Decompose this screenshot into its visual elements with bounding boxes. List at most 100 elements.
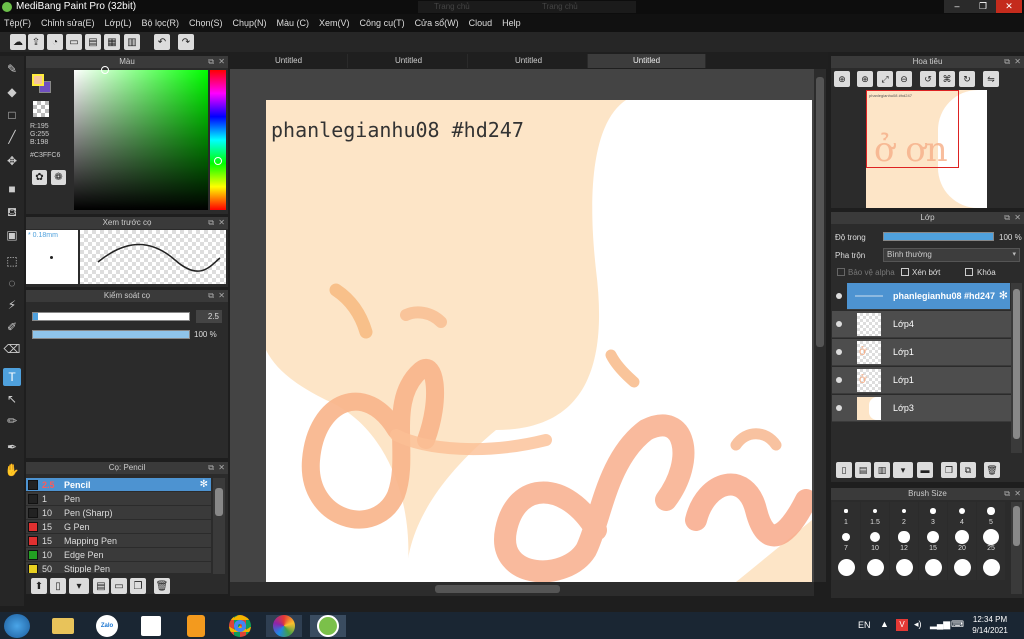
- drawing-canvas[interactable]: phanlegianhu08 #hd247: [266, 100, 812, 582]
- visibility-eye-icon[interactable]: [836, 405, 842, 411]
- select-pen-tool-icon[interactable]: ✐: [3, 318, 21, 336]
- start-button[interactable]: [4, 614, 30, 638]
- layer-row[interactable]: ở Lớp1: [832, 339, 1012, 366]
- sv-picker-cursor[interactable]: [101, 66, 109, 74]
- orange-app-icon[interactable]: [178, 615, 214, 637]
- brush-tool-icon[interactable]: ✎: [3, 60, 21, 78]
- alpha-protect-checkbox[interactable]: [837, 268, 845, 276]
- brush-size-cell[interactable]: 20: [948, 528, 976, 554]
- brush-size-cell[interactable]: [890, 554, 918, 580]
- menu-filter[interactable]: Bộ lọc(R): [141, 18, 179, 28]
- new-8bit-layer-icon[interactable]: ▥: [874, 462, 890, 478]
- gear-icon[interactable]: ✻: [999, 289, 1008, 302]
- grid-icon[interactable]: ▦: [104, 34, 120, 50]
- paint-app-icon[interactable]: [266, 615, 302, 637]
- layer-row-selected[interactable]: phanlegianhu08 #hd247 ✻: [836, 283, 1010, 310]
- horizontal-scrollbar[interactable]: [230, 582, 814, 596]
- scrollbar-thumb[interactable]: [435, 585, 560, 593]
- hue-slider[interactable]: [210, 70, 226, 210]
- popout-icon[interactable]: ⧉: [208, 217, 214, 229]
- layer-row[interactable]: Lớp3: [832, 395, 1012, 422]
- language-indicator[interactable]: EN: [858, 620, 871, 630]
- minimize-button[interactable]: –: [944, 0, 970, 13]
- medibang-taskbar-icon[interactable]: [310, 615, 346, 637]
- brush-opacity-slider[interactable]: [32, 330, 190, 339]
- menu-view[interactable]: Xem(V): [319, 18, 350, 28]
- brush-size-cell[interactable]: [861, 554, 889, 580]
- menu-layer[interactable]: Lớp(L): [105, 18, 132, 28]
- menu-cloud[interactable]: Cloud: [469, 18, 493, 28]
- zoom-out-icon[interactable]: ⊖: [896, 71, 912, 87]
- brush-size-cell[interactable]: 25: [977, 528, 1005, 554]
- menu-window[interactable]: Cửa sổ(W): [415, 18, 459, 28]
- redo-icon[interactable]: ↷: [178, 34, 194, 50]
- blur-tool-icon[interactable]: ✏: [3, 412, 21, 430]
- brush-size-cell[interactable]: 1.5: [861, 502, 889, 528]
- brush-item[interactable]: 2.5 Pencil ✻: [26, 478, 211, 492]
- duplicate-layer-icon[interactable]: ❐: [941, 462, 957, 478]
- delete-layer-icon[interactable]: 🗑: [984, 462, 1000, 478]
- app-icon[interactable]: [133, 615, 169, 637]
- clock-date[interactable]: 9/14/2021: [968, 626, 1012, 635]
- cloud-icon[interactable]: ☁: [10, 34, 26, 50]
- transparent-color-swatch[interactable]: [33, 101, 49, 117]
- file-explorer-icon[interactable]: [45, 615, 81, 637]
- brush-doc-icon[interactable]: ▤: [93, 578, 109, 594]
- navigator-viewport-rect[interactable]: [866, 90, 959, 168]
- brush-size-cell[interactable]: 3: [919, 502, 947, 528]
- zalo-icon[interactable]: Zalo: [89, 615, 125, 637]
- operation-tool-icon[interactable]: ↖: [3, 390, 21, 408]
- select-tool-icon[interactable]: ⬚: [3, 252, 21, 270]
- main-color-swatch[interactable]: [32, 74, 44, 86]
- new-layer-icon[interactable]: ▯: [836, 462, 852, 478]
- popout-icon[interactable]: ⧉: [208, 56, 214, 68]
- close-icon[interactable]: ✕: [218, 290, 225, 302]
- brush-menu-icon[interactable]: ▾: [69, 578, 89, 594]
- line-tool-icon[interactable]: ╱: [3, 128, 21, 146]
- doc-tab[interactable]: Untitled: [350, 54, 468, 68]
- brush-item[interactable]: 10 Edge Pen: [26, 548, 211, 562]
- saturation-value-picker[interactable]: [74, 70, 208, 210]
- network-icon[interactable]: ▂▄▆: [930, 619, 950, 630]
- ime-icon[interactable]: ⌨: [951, 619, 964, 630]
- brush-size-cell[interactable]: 1: [832, 502, 860, 528]
- menu-tools[interactable]: Công cụ(T): [360, 18, 405, 28]
- brush-size-scrollbar[interactable]: [1011, 502, 1022, 594]
- blend-mode-select[interactable]: Bình thường ▾: [883, 248, 1020, 262]
- brush-item[interactable]: 15 G Pen: [26, 520, 211, 534]
- popout-icon[interactable]: ⧉: [208, 290, 214, 302]
- text-tool-icon[interactable]: T: [3, 368, 21, 386]
- brush-item[interactable]: 1 Pen: [26, 492, 211, 506]
- move-tool-icon[interactable]: ✥: [3, 152, 21, 170]
- close-icon[interactable]: ✕: [1014, 56, 1021, 68]
- reset-view-icon[interactable]: ⌘: [939, 71, 955, 87]
- brush-copy-icon[interactable]: ❐: [130, 578, 146, 594]
- brush-size-cell[interactable]: 12: [890, 528, 918, 554]
- brush-item[interactable]: 15 Mapping Pen: [26, 534, 211, 548]
- layer-row[interactable]: Lớp4: [832, 311, 1012, 338]
- document-icon[interactable]: ▤: [85, 34, 101, 50]
- volume-icon[interactable]: ◂): [914, 619, 922, 630]
- chat-icon[interactable]: ▭: [66, 34, 82, 50]
- palette-icon[interactable]: ✿: [32, 170, 47, 185]
- close-icon[interactable]: ✕: [218, 462, 225, 474]
- close-icon[interactable]: ✕: [218, 56, 225, 68]
- layer-menu-icon[interactable]: ▾: [893, 462, 913, 478]
- new-brush-icon[interactable]: ▯: [50, 578, 66, 594]
- magic-wand-tool-icon[interactable]: ⚡: [3, 296, 21, 314]
- doc-tab[interactable]: Untitled: [230, 54, 348, 68]
- scrollbar-thumb[interactable]: [816, 77, 824, 347]
- menu-color[interactable]: Màu (C): [277, 18, 310, 28]
- menu-edit[interactable]: Chỉnh sửa(E): [41, 18, 95, 28]
- brush-folder-icon[interactable]: ▭: [111, 578, 127, 594]
- brush-size-cell[interactable]: 4: [948, 502, 976, 528]
- maximize-button[interactable]: ❐: [970, 0, 996, 13]
- chrome-icon[interactable]: [222, 615, 258, 637]
- clock-time[interactable]: 12:34 PM: [970, 615, 1010, 624]
- tray-up-arrow-icon[interactable]: ▲: [880, 619, 889, 629]
- zoom-in-alt-icon[interactable]: ⊕: [857, 71, 873, 87]
- lasso-tool-icon[interactable]: ◌: [3, 274, 21, 292]
- merge-layer-icon[interactable]: ⧉: [960, 462, 976, 478]
- brush-item[interactable]: 10 Pen (Sharp): [26, 506, 211, 520]
- upload-icon[interactable]: ⇪: [28, 34, 44, 50]
